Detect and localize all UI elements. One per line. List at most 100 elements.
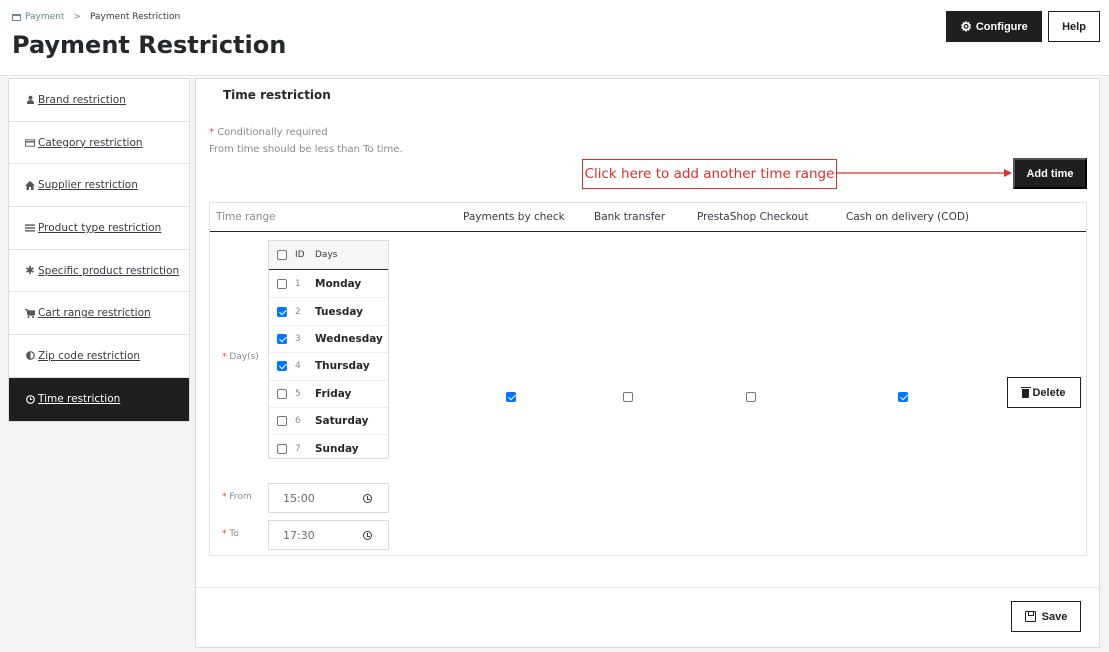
sidebar-item-product-type[interactable]: Product type restriction: [9, 207, 189, 250]
required-note: * Conditionally required: [209, 127, 328, 138]
credit-card-icon: [25, 138, 35, 147]
help-button[interactable]: Help: [1048, 11, 1100, 42]
breadcrumb-current: Payment Restriction: [89, 12, 181, 22]
payment-icon: [12, 13, 21, 21]
list-icon: [25, 224, 35, 232]
day-rows: 1 Monday 2 Tuesday 3 Wednesday 4 Thursday 5 Frida…: [269, 270, 388, 462]
day-checkbox[interactable]: [277, 443, 287, 454]
day-checkbox[interactable]: [277, 306, 287, 317]
day-row[interactable]: 1 Monday: [269, 270, 388, 297]
day-name: Wednesday: [315, 332, 383, 345]
annotation-arrow: [836, 169, 1012, 177]
sidebar: Brand restriction Category restriction S…: [8, 78, 190, 422]
day-row[interactable]: 6 Saturday: [269, 406, 388, 434]
delete-label: Delete: [1032, 386, 1066, 399]
bank-transfer-checkbox[interactable]: [623, 392, 633, 402]
asterisk-icon: ✱: [25, 264, 35, 278]
delete-button[interactable]: Delete: [1007, 377, 1081, 408]
day-row[interactable]: 5 Friday: [269, 379, 388, 407]
day-row[interactable]: 4 Thursday: [269, 352, 388, 379]
save-button[interactable]: Save: [1011, 601, 1081, 632]
day-id: 2: [295, 306, 301, 317]
to-label: * To: [222, 529, 239, 539]
configure-button[interactable]: ⚙ Configure: [946, 11, 1042, 42]
to-time-input[interactable]: 17:30: [268, 520, 389, 550]
save-label: Save: [1041, 610, 1068, 623]
day-checkbox[interactable]: [277, 278, 287, 289]
clock-icon[interactable]: [363, 494, 372, 503]
sidebar-item-label: Specific product restriction: [38, 264, 180, 277]
from-time-input[interactable]: 15:00: [268, 483, 389, 513]
day-id: 3: [295, 333, 301, 344]
trash-icon: [1020, 386, 1031, 398]
required-mark: *: [209, 127, 214, 138]
column-header: Time range: [216, 211, 276, 223]
day-id: 4: [295, 361, 301, 372]
sidebar-item-label: Brand restriction: [38, 93, 126, 106]
day-checkbox[interactable]: [277, 388, 287, 399]
sidebar-item-label: Supplier restriction: [38, 179, 138, 192]
panel-footer-divider: [196, 587, 1099, 588]
annotation-callout: Click here to add another time range: [582, 159, 837, 189]
clock-icon: [25, 394, 35, 404]
time-note: From time should be less than To time.: [209, 144, 403, 155]
header-divider: [210, 231, 1086, 232]
from-label: * From: [222, 492, 252, 502]
column-header: PrestaShop Checkout: [697, 211, 809, 223]
gears-icon: ⚙: [960, 19, 972, 34]
sidebar-item-label: Time restriction: [38, 393, 121, 406]
day-checkbox[interactable]: [277, 333, 287, 344]
sidebar-item-zip-code[interactable]: Zip code restriction: [9, 335, 189, 378]
page-title: Payment Restriction: [12, 31, 287, 59]
day-row[interactable]: 2 Tuesday: [269, 297, 388, 324]
day-row[interactable]: 3 Wednesday: [269, 324, 388, 352]
days-label-text: Day(s): [229, 352, 259, 362]
day-id: 7: [295, 443, 301, 454]
user-icon: [25, 95, 35, 105]
sidebar-item-brand[interactable]: Brand restriction: [9, 79, 189, 122]
day-name: Sunday: [315, 442, 359, 455]
sidebar-item-cart-range[interactable]: Cart range restriction: [9, 292, 189, 336]
from-label-text: From: [229, 492, 252, 502]
id-header: ID: [295, 250, 305, 260]
sidebar-item-time[interactable]: Time restriction: [9, 377, 189, 421]
required-note-text: Conditionally required: [217, 127, 328, 138]
day-name: Tuesday: [315, 305, 363, 318]
column-header: Payments by check: [463, 211, 565, 223]
column-header: Bank transfer: [594, 211, 666, 223]
days-table: ID Days 1 Monday 2 Tuesday 3 Wednesday 4 Thursd…: [268, 240, 389, 459]
cash-on-delivery-checkbox[interactable]: [898, 392, 908, 402]
day-checkbox[interactable]: [277, 416, 287, 427]
day-id: 5: [295, 388, 301, 399]
time-range-table: Time range Payments by check Bank transf…: [209, 202, 1087, 556]
sidebar-item-supplier[interactable]: Supplier restriction: [9, 164, 189, 208]
sidebar-item-label: Category restriction: [38, 136, 143, 149]
breadcrumb: Payment > Payment Restriction: [12, 12, 180, 22]
to-time-value: 17:30: [283, 528, 315, 542]
select-all-checkbox[interactable]: [277, 250, 287, 260]
day-checkbox[interactable]: [277, 361, 287, 372]
breadcrumb-parent[interactable]: Payment: [25, 12, 64, 22]
sidebar-item-label: Cart range restriction: [38, 307, 151, 320]
clock-icon[interactable]: [363, 531, 372, 540]
column-header: Cash on delivery (COD): [846, 211, 970, 223]
sidebar-item-label: Zip code restriction: [38, 349, 141, 362]
payments-by-check-checkbox[interactable]: [506, 392, 516, 402]
sidebar-item-specific-product[interactable]: ✱ Specific product restriction: [9, 250, 189, 293]
from-time-value: 15:00: [283, 491, 315, 505]
to-label-text: To: [229, 529, 239, 539]
day-name: Friday: [315, 387, 352, 400]
day-name: Monday: [315, 277, 362, 290]
day-name: Thursday: [315, 360, 370, 373]
configure-label: Configure: [975, 20, 1028, 33]
add-time-button[interactable]: Add time: [1013, 158, 1087, 189]
cart-icon: [25, 308, 35, 318]
day-id: 1: [295, 278, 301, 289]
page-header: Payment > Payment Restriction Payment Re…: [0, 0, 1109, 76]
sidebar-item-category[interactable]: Category restriction: [9, 122, 189, 165]
prestashop-checkout-checkbox[interactable]: [746, 392, 756, 402]
panel-title: Time restriction: [223, 88, 331, 102]
day-row[interactable]: 7 Sunday: [269, 434, 388, 461]
days-table-header: ID Days: [269, 241, 388, 270]
time-restriction-panel: Time restriction * Conditionally require…: [195, 78, 1100, 648]
